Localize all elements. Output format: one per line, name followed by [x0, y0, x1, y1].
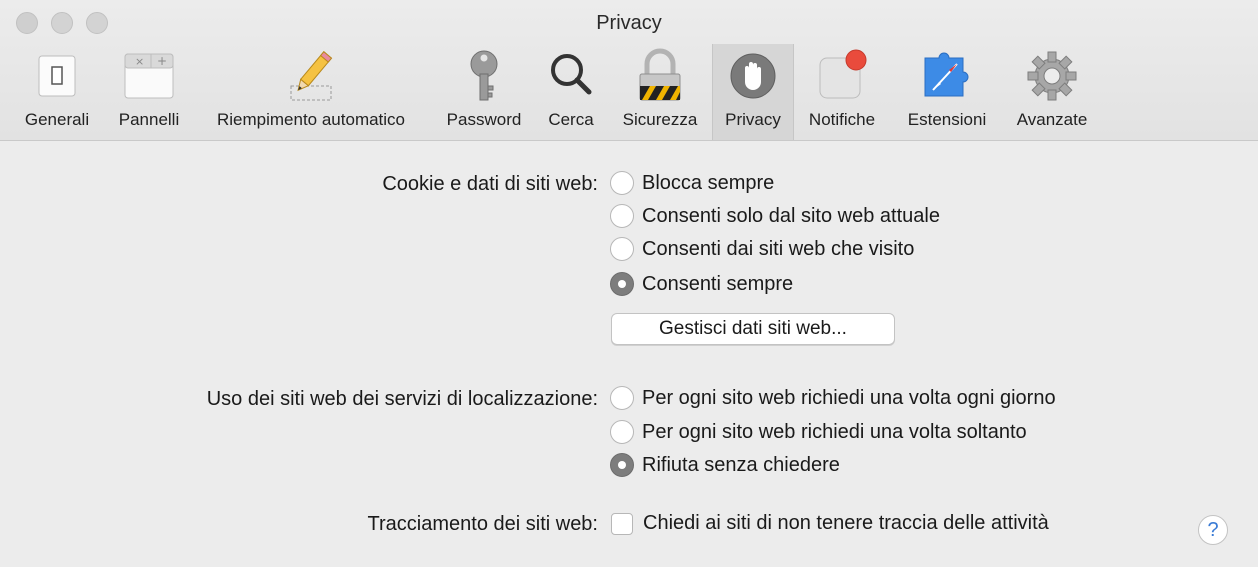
tab-extensions[interactable]: Estensioni [894, 44, 1000, 140]
cookies-option-current-site[interactable]: Consenti solo dal sito web attuale [610, 204, 940, 228]
tab-general-label: Generali [24, 110, 90, 129]
preferences-window: Privacy Generali × + Pannelli Riempiment… [0, 0, 1258, 567]
gear-icon [1024, 48, 1080, 104]
help-button[interactable]: ? [1198, 515, 1228, 545]
location-option-daily[interactable]: Per ogni sito web richiedi una volta ogn… [610, 386, 1056, 410]
radio-button[interactable] [610, 171, 634, 195]
manage-website-data-button[interactable]: Gestisci dati siti web... [611, 313, 895, 345]
cookies-option-always-allow[interactable]: Consenti sempre [610, 272, 793, 296]
radio-button[interactable] [610, 237, 634, 261]
radio-button[interactable] [610, 420, 634, 444]
option-label: Rifiuta senza chiedere [642, 453, 840, 476]
svg-text:×: × [135, 55, 144, 68]
svg-text:+: + [157, 54, 167, 68]
tab-search-label: Cerca [548, 110, 594, 129]
puzzle-icon [919, 48, 975, 104]
pencil-icon [283, 48, 339, 104]
option-label: Consenti solo dal sito web attuale [642, 204, 940, 227]
location-services-label: Uso dei siti web dei servizi di localizz… [206, 388, 598, 410]
cookies-label: Cookie e dati di siti web: [382, 173, 598, 195]
radio-button-selected[interactable] [610, 453, 634, 477]
tab-tabs[interactable]: × + Pannelli [108, 44, 190, 140]
tab-tabs-label: Pannelli [118, 110, 180, 129]
option-label: Consenti dai siti web che visito [642, 237, 915, 260]
tracking-label: Tracciamento dei siti web: [367, 513, 598, 535]
magnifier-icon [543, 48, 599, 104]
tab-search[interactable]: Cerca [538, 44, 604, 140]
titlebar: Privacy Generali × + Pannelli Riempiment… [0, 0, 1258, 141]
location-option-once[interactable]: Per ogni sito web richiedi una volta sol… [610, 420, 1027, 444]
checkbox-label: Chiedi ai siti di non tenere traccia del… [643, 512, 1049, 534]
tab-notifications-label: Notifiche [808, 110, 876, 129]
notification-icon [814, 48, 870, 104]
tab-security-label: Sicurezza [622, 110, 698, 129]
tab-general[interactable]: Generali [14, 44, 100, 140]
radio-button[interactable] [610, 386, 634, 410]
tabs-icon: × + [121, 48, 177, 104]
location-option-deny[interactable]: Rifiuta senza chiedere [610, 453, 840, 477]
general-switch-icon [29, 48, 85, 104]
tab-passwords-label: Password [446, 110, 522, 129]
lock-icon [632, 48, 688, 104]
tab-advanced[interactable]: Avanzate [1004, 44, 1100, 140]
tab-advanced-label: Avanzate [1016, 110, 1088, 129]
do-not-track-option[interactable]: Chiedi ai siti di non tenere traccia del… [611, 512, 1049, 535]
privacy-pane: Cookie e dati di siti web: Blocca sempre… [0, 141, 1258, 567]
tab-passwords[interactable]: Password [434, 44, 534, 140]
tab-privacy[interactable]: Privacy [712, 44, 794, 140]
radio-button[interactable] [610, 204, 634, 228]
hand-icon [725, 48, 781, 104]
tab-autofill[interactable]: Riempimento automatico [192, 44, 430, 140]
key-icon [456, 48, 512, 104]
cookies-option-block[interactable]: Blocca sempre [610, 171, 774, 195]
tab-privacy-label: Privacy [725, 110, 781, 129]
option-label: Per ogni sito web richiedi una volta ogn… [642, 386, 1056, 409]
radio-button-selected[interactable] [610, 272, 634, 296]
window-title: Privacy [596, 12, 662, 34]
tab-security[interactable]: Sicurezza [610, 44, 710, 140]
do-not-track-checkbox[interactable] [611, 512, 633, 535]
option-label: Consenti sempre [642, 272, 794, 295]
cookies-option-visited-sites[interactable]: Consenti dai siti web che visito [610, 237, 914, 261]
tab-autofill-label: Riempimento automatico [216, 110, 406, 129]
option-label: Blocca sempre [642, 171, 775, 194]
tab-extensions-label: Estensioni [907, 110, 987, 129]
tab-notifications[interactable]: Notifiche [798, 44, 886, 140]
option-label: Per ogni sito web richiedi una volta sol… [642, 420, 1027, 443]
